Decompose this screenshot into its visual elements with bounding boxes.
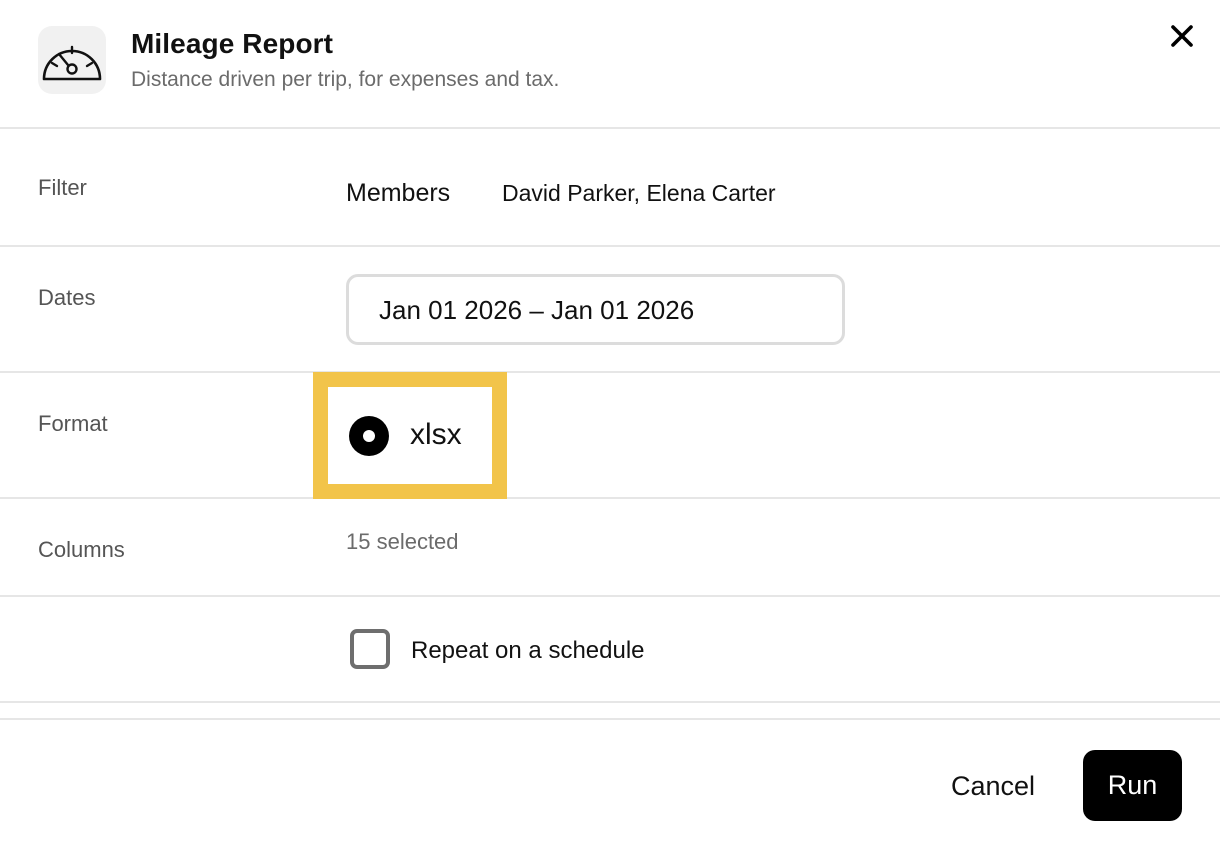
format-option-xlsx[interactable]: xlsx — [313, 372, 507, 499]
run-button[interactable]: Run — [1083, 750, 1182, 821]
filter-members-value[interactable]: David Parker, Elena Carter — [502, 180, 776, 207]
dates-label: Dates — [38, 285, 96, 310]
dialog-subtitle: Distance driven per trip, for expenses a… — [131, 68, 560, 91]
schedule-row: Repeat on a schedule — [0, 597, 1220, 703]
footer-divider — [0, 718, 1220, 720]
date-range-field[interactable]: Jan 01 2026 – Jan 01 2026 — [346, 274, 845, 345]
radio-dot — [363, 430, 375, 442]
dates-row: Dates Jan 01 2026 – Jan 01 2026 — [0, 247, 1220, 373]
speedometer-icon — [38, 26, 106, 94]
radio-button[interactable] — [349, 416, 389, 456]
cancel-button[interactable]: Cancel — [930, 752, 1056, 820]
format-option-label: xlsx — [410, 418, 462, 451]
filter-label: Filter — [38, 175, 87, 200]
format-label: Format — [38, 411, 108, 436]
close-button[interactable] — [1164, 18, 1200, 54]
close-icon — [1171, 25, 1193, 47]
filter-row: Filter Members David Parker, Elena Carte… — [0, 129, 1220, 247]
columns-selected-count[interactable]: 15 selected — [346, 529, 459, 555]
dialog-title: Mileage Report — [131, 28, 334, 59]
repeat-schedule-label[interactable]: Repeat on a schedule — [411, 637, 645, 665]
columns-row: Columns 15 selected — [0, 499, 1220, 597]
filter-key[interactable]: Members — [346, 179, 450, 208]
dialog-header: Mileage Report Distance driven per trip,… — [0, 0, 1220, 129]
format-row: Format xlsx — [0, 372, 1220, 499]
columns-label: Columns — [38, 537, 125, 562]
repeat-schedule-checkbox[interactable] — [350, 629, 390, 669]
date-range-value: Jan 01 2026 – Jan 01 2026 — [379, 295, 695, 325]
